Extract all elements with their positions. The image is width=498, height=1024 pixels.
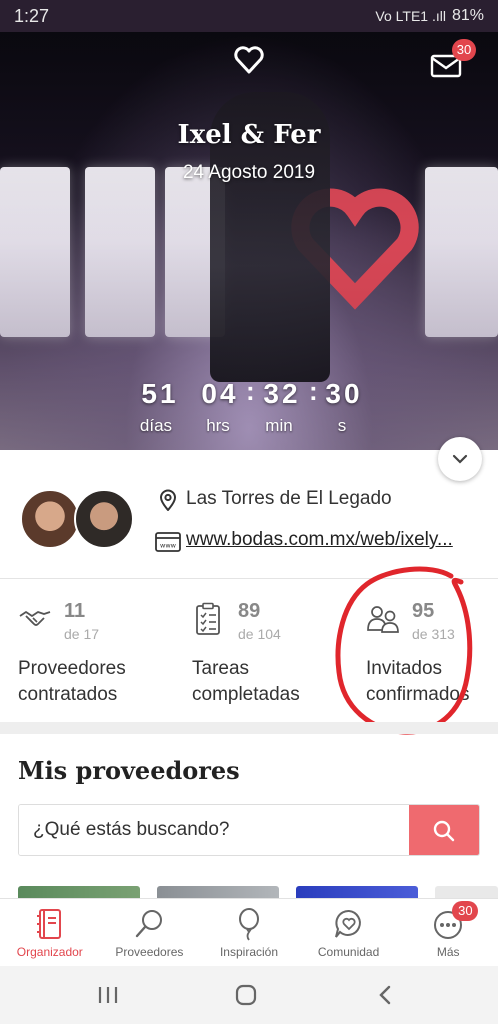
handshake-icon bbox=[19, 611, 51, 626]
stat-label: Invitados confirmados bbox=[366, 658, 470, 705]
nav-mas[interactable]: 30 Más bbox=[398, 899, 498, 966]
search-icon bbox=[136, 910, 163, 938]
section-title: Mis proveedores bbox=[18, 756, 240, 785]
status-time: 1:27 bbox=[14, 5, 50, 26]
nav-inspiracion[interactable]: Inspiración bbox=[199, 899, 299, 966]
search-button[interactable] bbox=[409, 805, 479, 855]
stat-tasks[interactable]: 89 de 104 Tareas completadas bbox=[192, 598, 352, 710]
back-icon[interactable] bbox=[374, 984, 398, 1006]
countdown-minutes: 32 bbox=[263, 378, 301, 409]
stat-label: Proveedores contratados bbox=[18, 658, 126, 705]
status-bar: 1:27 Vo LTE1 .ıll 81% bbox=[0, 0, 498, 32]
recent-apps-icon[interactable] bbox=[96, 984, 120, 1006]
nav-label: Más bbox=[436, 945, 460, 959]
search-input[interactable] bbox=[19, 805, 409, 855]
stat-total: de 104 bbox=[238, 626, 281, 642]
avatar-groom bbox=[74, 489, 134, 549]
countdown-minutes-label: min bbox=[265, 416, 293, 435]
bottom-nav: Organizador Proveedores Inspiración Comu… bbox=[0, 898, 498, 966]
system-navigation-bar bbox=[0, 966, 498, 1024]
svg-text:www: www bbox=[160, 542, 177, 550]
notebook-icon bbox=[36, 909, 61, 939]
stat-total: de 313 bbox=[412, 626, 455, 642]
countdown: 51 04 : 32 : 30 días hrs min s bbox=[0, 376, 498, 438]
stat-total: de 17 bbox=[64, 626, 100, 642]
balloon-icon bbox=[238, 908, 259, 941]
web-icon: www bbox=[155, 532, 181, 552]
avatar-bride bbox=[20, 489, 80, 549]
home-icon[interactable] bbox=[234, 984, 258, 1006]
stat-providers[interactable]: 11 de 17 Proveedores contratados bbox=[18, 598, 178, 710]
expand-button[interactable] bbox=[438, 437, 482, 481]
divider bbox=[0, 578, 498, 579]
countdown-days-label: días bbox=[139, 416, 173, 435]
search-icon bbox=[433, 820, 455, 842]
stat-value: 11 bbox=[64, 600, 86, 622]
nav-label: Inspiración bbox=[219, 945, 278, 959]
website-link[interactable]: www.bodas.com.mx/web/ixely... bbox=[186, 529, 481, 551]
checklist-icon bbox=[196, 602, 220, 635]
battery-level: 81% bbox=[451, 7, 484, 24]
search-bar bbox=[18, 804, 480, 856]
countdown-seconds-label: s bbox=[337, 416, 347, 435]
nav-proveedores[interactable]: Proveedores bbox=[100, 899, 200, 966]
nav-comunidad[interactable]: Comunidad bbox=[299, 899, 399, 966]
nav-organizador[interactable]: Organizador bbox=[0, 899, 100, 966]
signal-icon: Vo LTE1 .ıll bbox=[375, 8, 446, 24]
stat-value: 95 bbox=[412, 600, 435, 622]
location-pin-icon bbox=[159, 489, 177, 511]
guests-icon bbox=[367, 606, 399, 633]
nav-label: Comunidad bbox=[317, 945, 380, 959]
nav-label: Organizador bbox=[16, 945, 83, 959]
more-badge: 30 bbox=[452, 901, 479, 921]
section-separator bbox=[0, 722, 498, 734]
wedding-date: 24 Agosto 2019 bbox=[182, 162, 316, 183]
countdown-hours: 04 bbox=[201, 378, 239, 409]
heart-logo-icon bbox=[234, 46, 264, 74]
chevron-down-icon bbox=[452, 454, 468, 464]
stat-value: 89 bbox=[238, 600, 261, 622]
nav-label: Proveedores bbox=[115, 945, 184, 959]
chat-heart-icon bbox=[334, 909, 361, 938]
mail-badge: 30 bbox=[452, 39, 476, 61]
stat-guests[interactable]: 95 de 313 Invitados confirmados bbox=[366, 598, 498, 710]
hero-banner: 30 Ixel & Fer 24 Agosto 2019 51 04 : 32 … bbox=[0, 32, 498, 450]
couple-name: Ixel & Fer bbox=[177, 120, 321, 150]
countdown-hours-label: hrs bbox=[206, 416, 230, 435]
stat-label: Tareas completadas bbox=[192, 658, 300, 705]
countdown-seconds: 30 bbox=[325, 378, 363, 409]
venue-name: Las Torres de El Legado bbox=[186, 488, 392, 509]
countdown-days: 51 bbox=[141, 378, 179, 409]
